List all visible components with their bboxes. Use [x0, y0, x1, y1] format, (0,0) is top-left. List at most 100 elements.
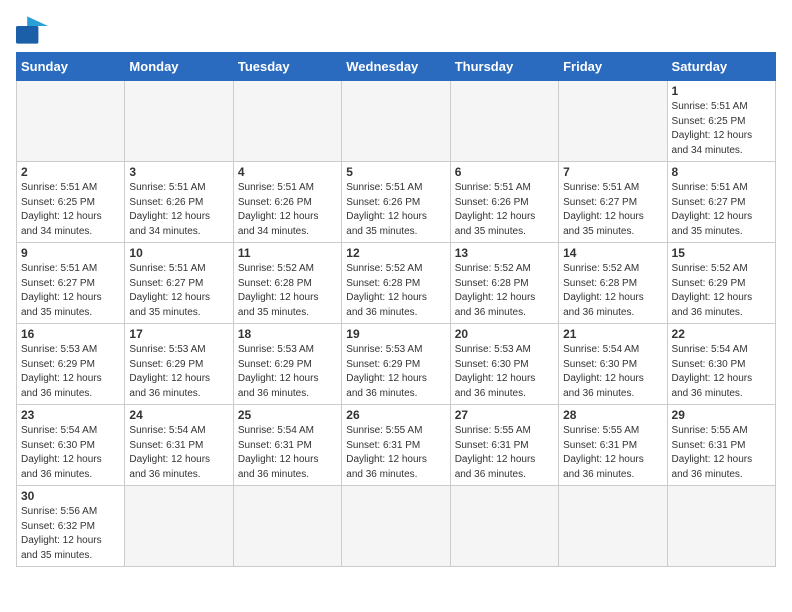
calendar-cell: 9 Sunrise: 5:51 AMSunset: 6:27 PMDaylight…	[17, 243, 125, 324]
day-number: 25	[238, 408, 337, 422]
day-number: 27	[455, 408, 554, 422]
day-info: Sunrise: 5:54 AMSunset: 6:31 PMDaylight:…	[238, 424, 337, 482]
day-info: Sunrise: 5:55 AMSunset: 6:31 PMDaylight:…	[672, 424, 771, 482]
day-info: Sunrise: 5:55 AMSunset: 6:31 PMDaylight:…	[346, 424, 445, 482]
calendar-cell: 29 Sunrise: 5:55 AMSunset: 6:31 PMDayligh…	[667, 405, 775, 486]
week-row-4: 16 Sunrise: 5:53 AMSunset: 6:29 PMDayligh…	[17, 324, 776, 405]
day-info: Sunrise: 5:52 AMSunset: 6:28 PMDaylight:…	[455, 262, 554, 320]
day-number: 14	[563, 246, 662, 260]
day-info: Sunrise: 5:51 AMSunset: 6:25 PMDaylight:…	[672, 100, 771, 158]
logo	[16, 16, 52, 44]
day-number: 28	[563, 408, 662, 422]
day-number: 1	[672, 84, 771, 98]
calendar-cell	[17, 81, 125, 162]
day-info: Sunrise: 5:51 AMSunset: 6:26 PMDaylight:…	[129, 181, 228, 239]
day-info: Sunrise: 5:54 AMSunset: 6:30 PMDaylight:…	[563, 343, 662, 401]
day-header-friday: Friday	[559, 53, 667, 81]
calendar-cell: 11Sunrise: 5:52 AMSunset: 6:28 PMDayligh…	[233, 243, 341, 324]
day-info: Sunrise: 5:51 AMSunset: 6:25 PMDaylight:…	[21, 181, 120, 239]
day-number: 3	[129, 165, 228, 179]
calendar-cell: 27 Sunrise: 5:55 AMSunset: 6:31 PMDayligh…	[450, 405, 558, 486]
calendar-cell	[450, 486, 558, 567]
calendar-cell	[125, 486, 233, 567]
calendar-cell: 16 Sunrise: 5:53 AMSunset: 6:29 PMDayligh…	[17, 324, 125, 405]
day-number: 21	[563, 327, 662, 341]
week-row-5: 23 Sunrise: 5:54 AMSunset: 6:30 PMDayligh…	[17, 405, 776, 486]
calendar-cell: 15 Sunrise: 5:52 AMSunset: 6:29 PMDayligh…	[667, 243, 775, 324]
day-number: 16	[21, 327, 120, 341]
calendar-cell: 8Sunrise: 5:51 AMSunset: 6:27 PMDaylight…	[667, 162, 775, 243]
calendar-cell: 30Sunrise: 5:56 AMSunset: 6:32 PMDayligh…	[17, 486, 125, 567]
day-info: Sunrise: 5:53 AMSunset: 6:29 PMDaylight:…	[346, 343, 445, 401]
day-info: Sunrise: 5:54 AMSunset: 6:30 PMDaylight:…	[672, 343, 771, 401]
day-number: 29	[672, 408, 771, 422]
calendar-table: SundayMondayTuesdayWednesdayThursdayFrid…	[16, 52, 776, 567]
calendar-cell: 17 Sunrise: 5:53 AMSunset: 6:29 PMDayligh…	[125, 324, 233, 405]
day-info: Sunrise: 5:51 AMSunset: 6:26 PMDaylight:…	[346, 181, 445, 239]
calendar-cell: 6Sunrise: 5:51 AMSunset: 6:26 PMDaylight…	[450, 162, 558, 243]
calendar-cell: 19 Sunrise: 5:53 AMSunset: 6:29 PMDayligh…	[342, 324, 450, 405]
day-number: 22	[672, 327, 771, 341]
logo-icon	[16, 16, 48, 44]
day-number: 8	[672, 165, 771, 179]
day-number: 23	[21, 408, 120, 422]
day-info: Sunrise: 5:53 AMSunset: 6:29 PMDaylight:…	[21, 343, 120, 401]
day-number: 5	[346, 165, 445, 179]
calendar-cell	[233, 81, 341, 162]
day-number: 15	[672, 246, 771, 260]
day-info: Sunrise: 5:51 AMSunset: 6:27 PMDaylight:…	[563, 181, 662, 239]
day-number: 26	[346, 408, 445, 422]
calendar-cell: 10Sunrise: 5:51 AMSunset: 6:27 PMDayligh…	[125, 243, 233, 324]
calendar-cell: 24 Sunrise: 5:54 AMSunset: 6:31 PMDayligh…	[125, 405, 233, 486]
day-info: Sunrise: 5:51 AMSunset: 6:26 PMDaylight:…	[238, 181, 337, 239]
calendar-header-row: SundayMondayTuesdayWednesdayThursdayFrid…	[17, 53, 776, 81]
calendar-cell	[125, 81, 233, 162]
calendar-cell: 1 Sunrise: 5:51 AMSunset: 6:25 PMDaylight…	[667, 81, 775, 162]
day-header-wednesday: Wednesday	[342, 53, 450, 81]
day-number: 7	[563, 165, 662, 179]
calendar-cell	[450, 81, 558, 162]
day-info: Sunrise: 5:54 AMSunset: 6:31 PMDaylight:…	[129, 424, 228, 482]
calendar-cell	[559, 486, 667, 567]
calendar-cell: 25 Sunrise: 5:54 AMSunset: 6:31 PMDayligh…	[233, 405, 341, 486]
day-number: 20	[455, 327, 554, 341]
day-info: Sunrise: 5:52 AMSunset: 6:28 PMDaylight:…	[346, 262, 445, 320]
day-info: Sunrise: 5:52 AMSunset: 6:28 PMDaylight:…	[563, 262, 662, 320]
day-number: 19	[346, 327, 445, 341]
day-number: 4	[238, 165, 337, 179]
calendar-cell	[667, 486, 775, 567]
day-number: 9	[21, 246, 120, 260]
calendar-cell: 26 Sunrise: 5:55 AMSunset: 6:31 PMDayligh…	[342, 405, 450, 486]
day-number: 13	[455, 246, 554, 260]
day-header-sunday: Sunday	[17, 53, 125, 81]
day-info: Sunrise: 5:54 AMSunset: 6:30 PMDaylight:…	[21, 424, 120, 482]
calendar-cell: 13 Sunrise: 5:52 AMSunset: 6:28 PMDayligh…	[450, 243, 558, 324]
calendar-cell: 28 Sunrise: 5:55 AMSunset: 6:31 PMDayligh…	[559, 405, 667, 486]
calendar-cell: 12 Sunrise: 5:52 AMSunset: 6:28 PMDayligh…	[342, 243, 450, 324]
day-info: Sunrise: 5:55 AMSunset: 6:31 PMDaylight:…	[563, 424, 662, 482]
calendar-cell: 4 Sunrise: 5:51 AMSunset: 6:26 PMDaylight…	[233, 162, 341, 243]
calendar-cell: 18Sunrise: 5:53 AMSunset: 6:29 PMDayligh…	[233, 324, 341, 405]
day-number: 24	[129, 408, 228, 422]
day-info: Sunrise: 5:56 AMSunset: 6:32 PMDaylight:…	[21, 505, 120, 563]
day-info: Sunrise: 5:52 AMSunset: 6:28 PMDaylight:…	[238, 262, 337, 320]
day-number: 12	[346, 246, 445, 260]
day-header-tuesday: Tuesday	[233, 53, 341, 81]
calendar-cell	[233, 486, 341, 567]
calendar-cell: 7 Sunrise: 5:51 AMSunset: 6:27 PMDaylight…	[559, 162, 667, 243]
calendar-cell: 5 Sunrise: 5:51 AMSunset: 6:26 PMDaylight…	[342, 162, 450, 243]
day-info: Sunrise: 5:55 AMSunset: 6:31 PMDaylight:…	[455, 424, 554, 482]
day-info: Sunrise: 5:51 AMSunset: 6:27 PMDaylight:…	[129, 262, 228, 320]
day-number: 17	[129, 327, 228, 341]
day-info: Sunrise: 5:53 AMSunset: 6:29 PMDaylight:…	[238, 343, 337, 401]
calendar-cell: 21 Sunrise: 5:54 AMSunset: 6:30 PMDayligh…	[559, 324, 667, 405]
day-number: 6	[455, 165, 554, 179]
day-info: Sunrise: 5:52 AMSunset: 6:29 PMDaylight:…	[672, 262, 771, 320]
day-info: Sunrise: 5:53 AMSunset: 6:29 PMDaylight:…	[129, 343, 228, 401]
day-header-monday: Monday	[125, 53, 233, 81]
header	[16, 16, 776, 44]
calendar-cell: 22 Sunrise: 5:54 AMSunset: 6:30 PMDayligh…	[667, 324, 775, 405]
week-row-2: 2Sunrise: 5:51 AMSunset: 6:25 PMDaylight…	[17, 162, 776, 243]
day-info: Sunrise: 5:51 AMSunset: 6:27 PMDaylight:…	[21, 262, 120, 320]
calendar-cell	[559, 81, 667, 162]
